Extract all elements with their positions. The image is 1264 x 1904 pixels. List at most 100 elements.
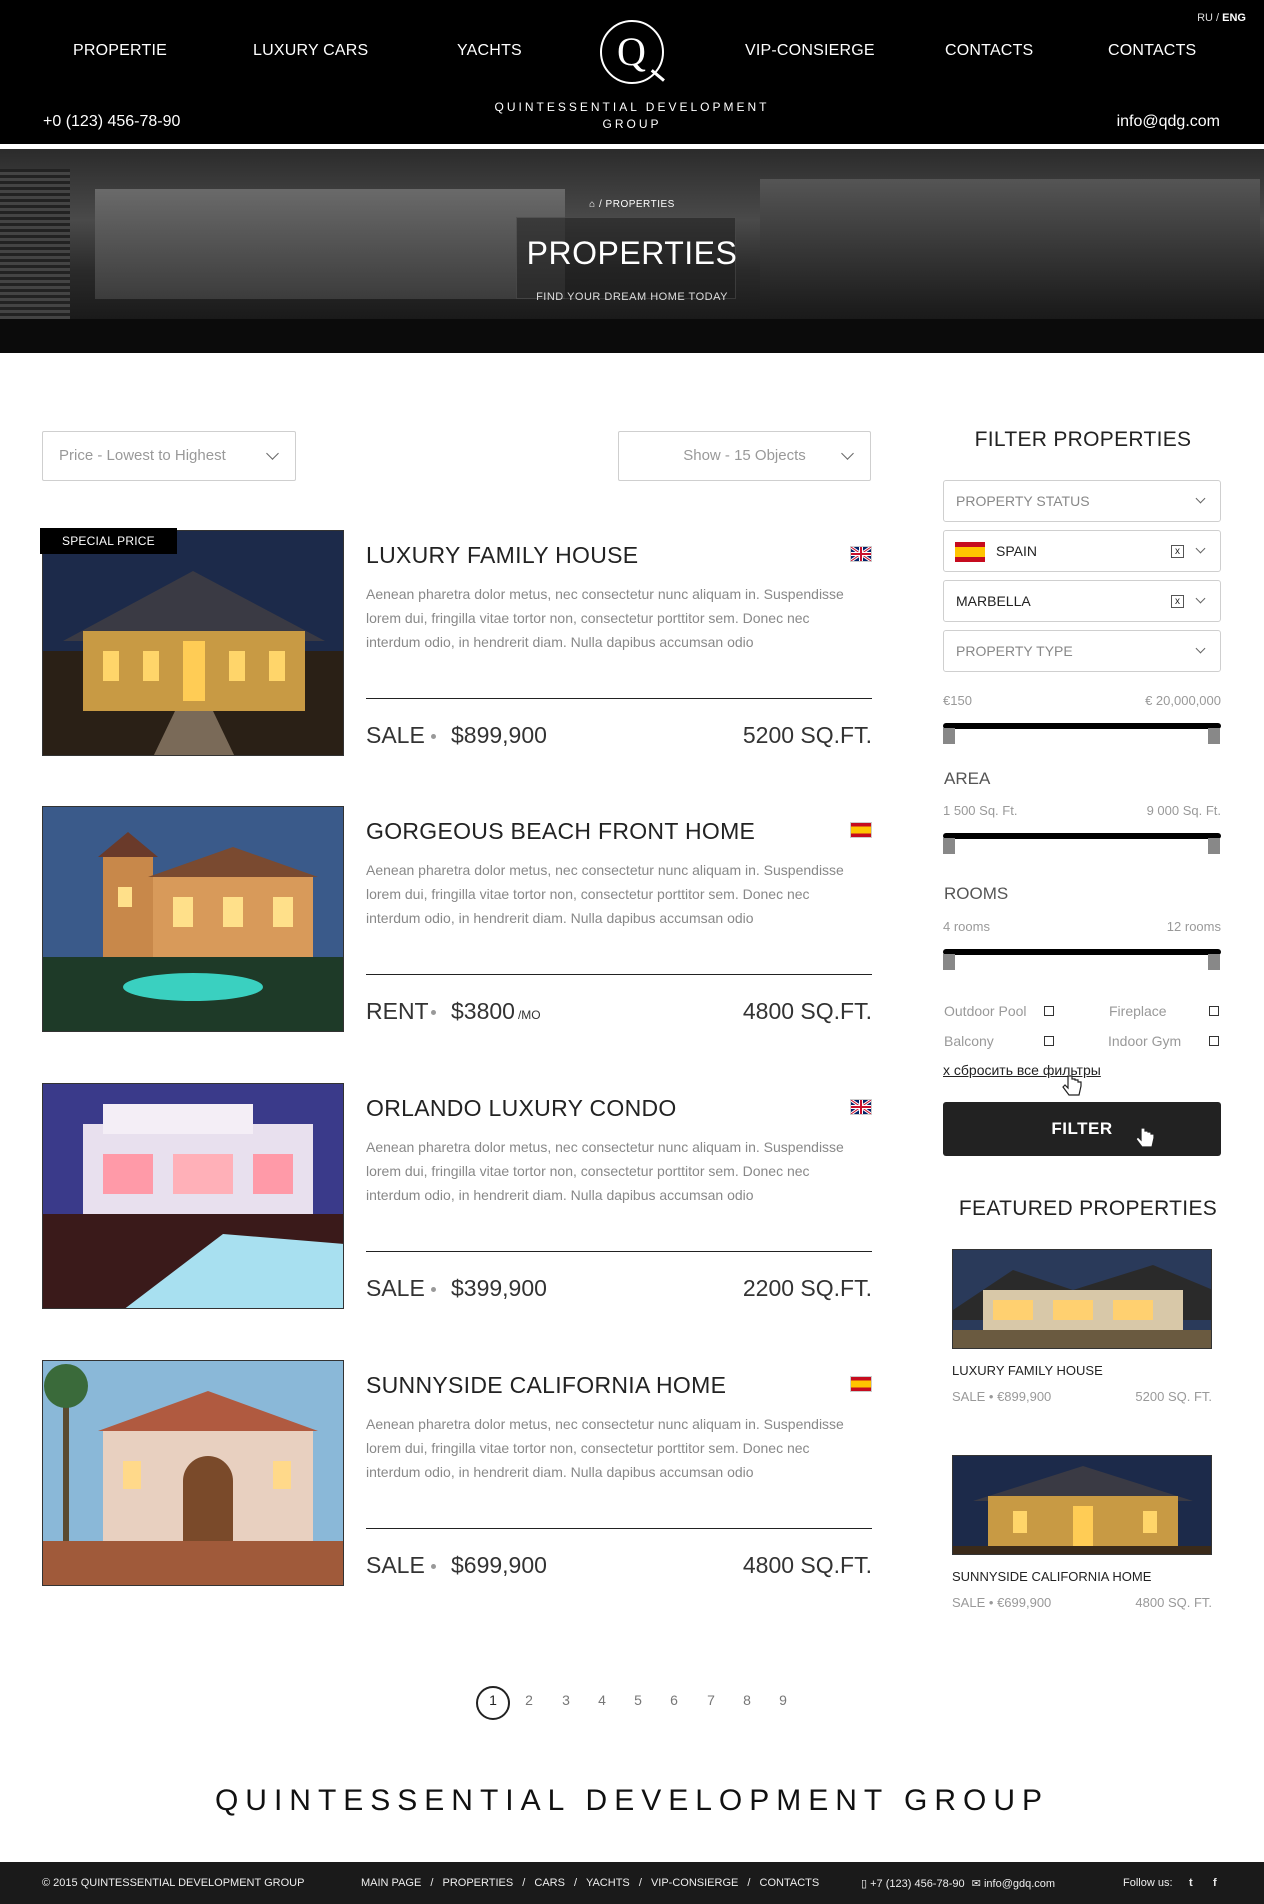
rooms-title: ROOMS bbox=[944, 884, 1009, 903]
bullet-dot: • bbox=[988, 1595, 994, 1610]
listing-image[interactable] bbox=[42, 530, 344, 756]
outdoor-pool-checkbox[interactable] bbox=[1044, 1006, 1054, 1016]
bullet-dot bbox=[431, 1564, 436, 1569]
spain-flag-icon bbox=[850, 822, 872, 838]
pagination-page-9[interactable]: 9 bbox=[773, 1692, 793, 1708]
pagination-page-1[interactable]: 1 bbox=[483, 1692, 503, 1708]
footer-link-vip-consierge[interactable]: VIP-CONSIERGE bbox=[651, 1877, 738, 1889]
listing-price-value: $3800 bbox=[451, 998, 515, 1024]
footer-link-sep: / bbox=[638, 1877, 642, 1889]
listing-price-unit: /MO bbox=[517, 1008, 541, 1022]
city-value: MARBELLA bbox=[956, 593, 1031, 609]
listing-description: Aenean pharetra dolor metus, nec consect… bbox=[366, 586, 844, 650]
rooms-max-handle[interactable] bbox=[1208, 954, 1220, 970]
footer-link-properties[interactable]: PROPERTIES bbox=[443, 1877, 514, 1889]
nav-contacts-2[interactable]: CONTACTS bbox=[1108, 42, 1196, 60]
pagination-page-5[interactable]: 5 bbox=[628, 1692, 648, 1708]
property-status-select[interactable]: PROPERTY STATUS bbox=[943, 480, 1221, 522]
featured-item-title[interactable]: SUNNYSIDE CALIFORNIA HOME bbox=[952, 1569, 1151, 1584]
area-min-handle[interactable] bbox=[943, 838, 955, 854]
listing-title[interactable]: LUXURY FAMILY HOUSE bbox=[366, 542, 638, 569]
listing-card[interactable]: GORGEOUS BEACH FRONT HOME Aenean pharetr… bbox=[42, 806, 872, 1032]
listing-card[interactable]: SPECIAL PRICE LUXURY FAMILY HOUSE Aenean… bbox=[40, 528, 872, 756]
indoor-gym-checkbox[interactable] bbox=[1209, 1036, 1219, 1046]
house-image bbox=[43, 1361, 343, 1585]
pagination-page-6[interactable]: 6 bbox=[664, 1692, 684, 1708]
footer-follow-label: Follow us: bbox=[1123, 1877, 1173, 1889]
footer-link-yachts[interactable]: YACHTS bbox=[586, 1877, 630, 1889]
brand-name-line2: GROUP bbox=[602, 117, 662, 131]
property-type-select[interactable]: PROPERTY TYPE bbox=[943, 630, 1221, 672]
price-max-handle[interactable] bbox=[1208, 728, 1220, 744]
listing-area: 4800 SQ.FT. bbox=[742, 998, 872, 1024]
pagination-page-8[interactable]: 8 bbox=[737, 1692, 757, 1708]
house-image bbox=[953, 1456, 1211, 1554]
balcony-checkbox[interactable] bbox=[1044, 1036, 1054, 1046]
pagination-page-2[interactable]: 2 bbox=[519, 1692, 539, 1708]
featured-card[interactable]: LUXURY FAMILY HOUSE SALE • €899,900 5200… bbox=[952, 1249, 1212, 1409]
clear-city-icon[interactable]: x bbox=[1171, 595, 1184, 608]
nav-vip-consierge[interactable]: VIP-CONSIERGE bbox=[745, 42, 875, 60]
lang-ru[interactable]: RU / bbox=[1197, 12, 1219, 24]
featured-card[interactable]: SUNNYSIDE CALIFORNIA HOME SALE • €699,90… bbox=[952, 1455, 1212, 1615]
nav-properties[interactable]: PROPERTIE bbox=[73, 42, 167, 60]
twitter-icon[interactable]: t bbox=[1189, 1877, 1193, 1889]
footer-copyright: © 2015 QUINTESSENTIAL DEVELOPMENT GROUP bbox=[42, 1877, 305, 1889]
listing-status: RENT bbox=[366, 998, 429, 1024]
rooms-min-handle[interactable] bbox=[943, 954, 955, 970]
footer-email[interactable]: info@gdq.com bbox=[984, 1878, 1055, 1890]
pagination-page-7[interactable]: 7 bbox=[701, 1692, 721, 1708]
area-max-handle[interactable] bbox=[1208, 838, 1220, 854]
spain-flag-icon bbox=[955, 542, 985, 562]
country-select[interactable]: SPAIN x bbox=[943, 530, 1221, 572]
nav-luxury-cars[interactable]: LUXURY CARS bbox=[253, 42, 368, 60]
featured-item-area: 4800 SQ. FT. bbox=[1135, 1595, 1212, 1610]
listing-image[interactable] bbox=[42, 1083, 344, 1309]
price-min-handle[interactable] bbox=[943, 728, 955, 744]
area-range-slider[interactable] bbox=[943, 833, 1221, 839]
filter-title: FILTER PROPERTIES bbox=[974, 428, 1192, 451]
listing-title[interactable]: GORGEOUS BEACH FRONT HOME bbox=[366, 818, 755, 845]
footer-phone[interactable]: +7 (123) 456-78-90 bbox=[870, 1878, 964, 1890]
listing-price: $899,900 bbox=[451, 722, 550, 749]
home-icon[interactable]: ⌂ bbox=[589, 199, 596, 210]
listing-title[interactable]: SUNNYSIDE CALIFORNIA HOME bbox=[366, 1372, 726, 1399]
nav-yachts[interactable]: YACHTS bbox=[457, 42, 522, 60]
footer-link-contacts[interactable]: CONTACTS bbox=[760, 1877, 820, 1889]
listing-title[interactable]: ORLANDO LUXURY CONDO bbox=[366, 1095, 677, 1122]
clear-country-icon[interactable]: x bbox=[1171, 545, 1184, 558]
chevron-down-icon bbox=[1195, 643, 1206, 654]
hand-cursor-icon bbox=[1062, 1075, 1082, 1096]
facebook-icon[interactable]: f bbox=[1213, 1877, 1217, 1889]
brand-name-line1: QUINTESSENTIAL DEVELOPMENT bbox=[494, 100, 770, 114]
featured-item-meta: SALE • €699,900 bbox=[952, 1595, 1051, 1610]
listing-image[interactable] bbox=[42, 806, 344, 1032]
header-phone[interactable]: +0 (123) 456-78-90 bbox=[43, 113, 180, 131]
filter-button[interactable]: FILTER bbox=[943, 1102, 1221, 1156]
pagination-page-3[interactable]: 3 bbox=[556, 1692, 576, 1708]
featured-image[interactable] bbox=[952, 1249, 1212, 1349]
listing-card[interactable]: SUNNYSIDE CALIFORNIA HOME Aenean pharetr… bbox=[42, 1360, 872, 1586]
pagination-page-4[interactable]: 4 bbox=[592, 1692, 612, 1708]
featured-image[interactable] bbox=[952, 1455, 1212, 1555]
language-switcher[interactable]: RU / ENG bbox=[1197, 12, 1246, 24]
city-select[interactable]: MARBELLA x bbox=[943, 580, 1221, 622]
amenity-label-fireplace: Fireplace bbox=[1109, 1003, 1167, 1019]
listing-image[interactable] bbox=[42, 1360, 344, 1586]
listing-card[interactable]: ORLANDO LUXURY CONDO Aenean pharetra dol… bbox=[42, 1083, 872, 1309]
footer-link-cars[interactable]: CARS bbox=[534, 1877, 565, 1889]
header-email[interactable]: info@qdg.com bbox=[1117, 113, 1220, 131]
logo[interactable]: Q bbox=[600, 20, 665, 84]
area-title: AREA bbox=[944, 769, 991, 788]
house-image bbox=[43, 531, 343, 755]
listing-description: Aenean pharetra dolor metus, nec consect… bbox=[366, 1139, 844, 1203]
price-range-slider[interactable] bbox=[943, 723, 1221, 729]
sort-select[interactable]: Price - Lowest to Highest bbox=[42, 431, 296, 481]
fireplace-checkbox[interactable] bbox=[1209, 1006, 1219, 1016]
featured-item-title[interactable]: LUXURY FAMILY HOUSE bbox=[952, 1363, 1103, 1378]
lang-eng[interactable]: ENG bbox=[1222, 12, 1246, 24]
footer-link-main-page[interactable]: MAIN PAGE bbox=[361, 1877, 421, 1889]
nav-contacts[interactable]: CONTACTS bbox=[945, 42, 1033, 60]
show-count-select[interactable]: Show - 15 Objects bbox=[618, 431, 871, 481]
rooms-range-slider[interactable] bbox=[943, 949, 1221, 955]
